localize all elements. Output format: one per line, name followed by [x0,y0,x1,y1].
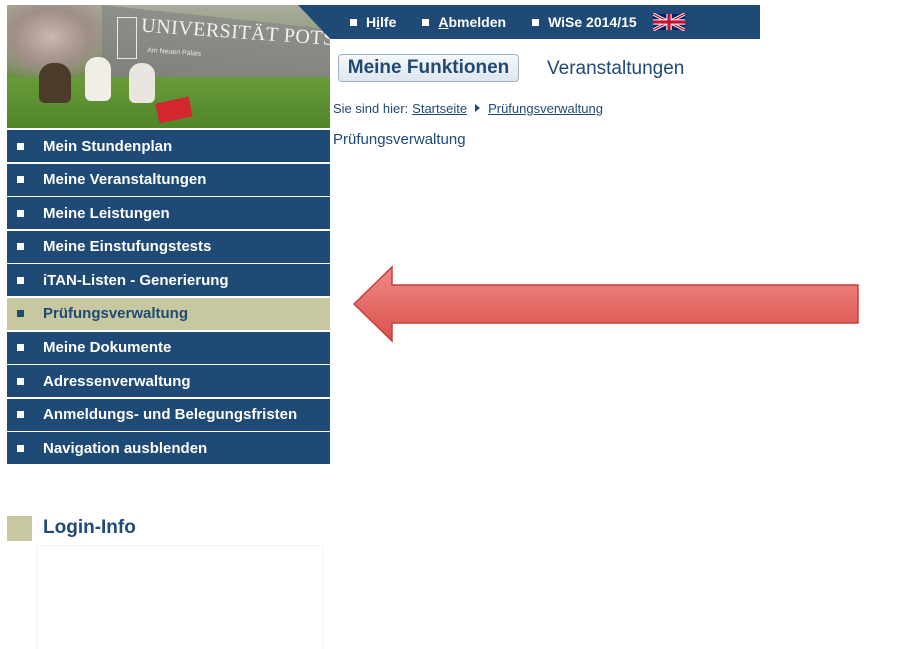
bullet-icon [17,176,24,184]
uk-flag-icon[interactable] [651,12,686,32]
university-seal-icon [117,17,137,59]
annotation-arrow-icon [352,265,859,343]
bullet-icon [17,209,24,217]
logout-link[interactable]: Abmelden [422,14,506,30]
sidebar-item-fristen[interactable]: Anmeldungs- und Belegungsfristen [7,398,330,431]
bullet-icon [532,18,540,26]
bullet-icon [350,18,357,26]
bullet-icon [17,276,24,284]
sidebar-item-itan-listen[interactable]: iTAN-Listen - Generierung [7,264,330,297]
breadcrumb-current-link[interactable]: Prüfungsverwaltung [488,101,603,116]
login-info-title: Login-Info [43,517,136,538]
sidebar-item-navigation-ausblenden[interactable]: Navigation ausblenden [7,432,330,465]
sidebar-nav: Mein Stundenplan Meine Veranstaltungen M… [7,130,330,466]
sidebar-item-stundenplan[interactable]: Mein Stundenplan [7,130,330,162]
login-info-marker [7,516,32,541]
sidebar-item-einstufungstests[interactable]: Meine Einstufungstests [7,230,330,263]
tab-meine-funktionen[interactable]: Meine Funktionen [338,54,519,82]
breadcrumb-arrow-icon [475,103,481,112]
breadcrumb: Sie sind hier: Startseite Prüfungsverwal… [333,101,603,116]
bullet-icon [17,444,24,452]
header-photo: UNIVERSITÄT POTSDAM Am Neuen Palais [7,5,330,128]
bullet-icon [17,344,24,352]
bullet-icon [17,377,24,385]
bullet-icon [17,310,24,318]
page-title: Prüfungsverwaltung [333,131,466,148]
semester-link[interactable]: WiSe 2014/15 [532,14,637,30]
sidebar-item-leistungen[interactable]: Meine Leistungen [7,197,330,230]
breadcrumb-prefix: Sie sind hier: [333,101,409,116]
top-bar: Hi lfe Abmelden WiSe 2014/15 [298,5,760,39]
tab-veranstaltungen[interactable]: Veranstaltungen [547,56,684,82]
bullet-icon [17,243,24,251]
bullet-icon [17,142,24,150]
sidebar-item-adressenverwaltung[interactable]: Adressenverwaltung [7,365,330,398]
help-link[interactable]: Hi lfe [350,14,396,30]
bullet-icon [17,411,24,419]
breadcrumb-home-link[interactable]: Startseite [412,101,467,116]
bullet-icon [422,18,430,26]
sidebar-item-dokumente[interactable]: Meine Dokumente [7,331,330,364]
sidebar-item-veranstaltungen[interactable]: Meine Veranstaltungen [7,163,330,196]
login-info-box [36,545,323,649]
sidebar-item-pruefungsverwaltung[interactable]: Prüfungsverwaltung [7,297,330,330]
